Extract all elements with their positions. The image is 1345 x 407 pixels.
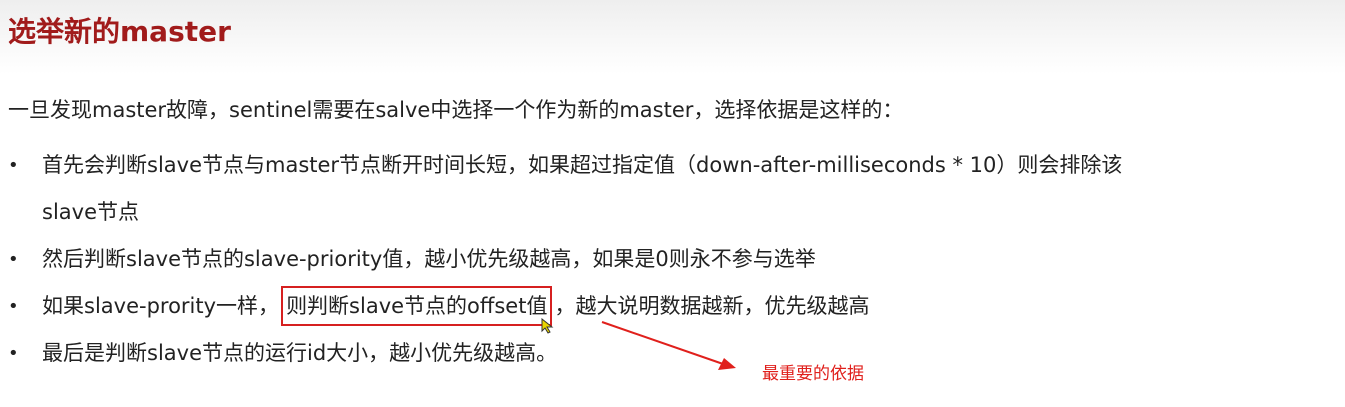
bullet-text-after: ，越大说明数据越新，优先级越高: [554, 294, 870, 318]
list-item: • 然后判断slave节点的slave-priority值，越小优先级越高，如果…: [0, 236, 1345, 283]
intro-text: 一旦发现master故障，sentinel需要在salve中选择一个作为新的ma…: [8, 98, 904, 122]
bullet-text: 最后是判断slave节点的运行id大小，越小优先级越高。: [42, 341, 558, 365]
bullet-dot: •: [8, 343, 19, 364]
page-title: 选举新的master: [8, 15, 231, 48]
highlighted-text-box: 则判断slave节点的offset值: [281, 286, 553, 326]
arrow-icon: [601, 321, 736, 370]
bullet-text: 如果slave-prority一样，: [42, 294, 280, 318]
bullet-text-continued: slave节点: [42, 200, 139, 224]
bullet-dot: •: [8, 155, 19, 176]
annotation-note: 最重要的依据: [762, 364, 864, 384]
mouse-cursor-icon: [541, 318, 554, 334]
list-item: • 首先会判断slave节点与master节点断开时间长短，如果超过指定值（do…: [0, 142, 1345, 236]
bullet-dot: •: [8, 249, 19, 270]
bullet-dot: •: [8, 296, 19, 317]
title-band: 选举新的master: [0, 0, 1345, 74]
bullet-text: 首先会判断slave节点与master节点断开时间长短，如果超过指定值（down…: [42, 153, 1123, 177]
bullet-text: 然后判断slave节点的slave-priority值，越小优先级越高，如果是0…: [42, 247, 816, 271]
